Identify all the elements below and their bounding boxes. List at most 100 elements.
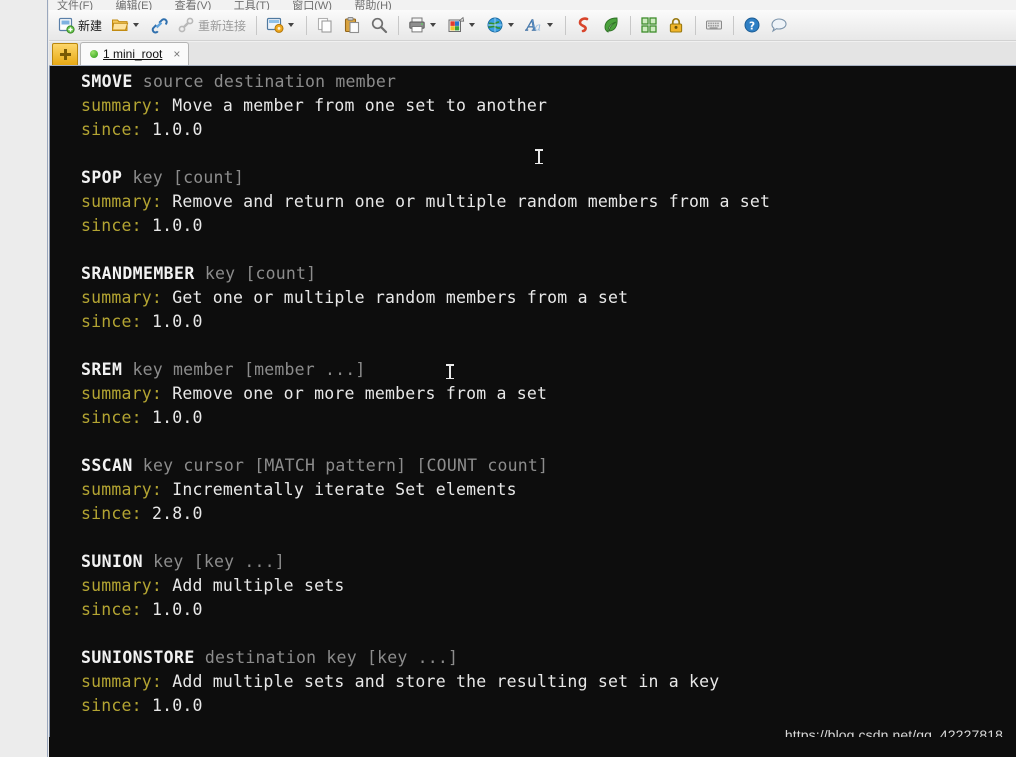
terminal-line-command: SSCAN key cursor [MATCH pattern] [COUNT …: [50, 454, 1016, 478]
session-options-button[interactable]: [262, 13, 300, 38]
terminal-line-command: SUNION key [key ...]: [50, 550, 1016, 574]
since-label: since:: [81, 408, 142, 427]
new-session-label: 新建: [78, 18, 103, 33]
menu-item-file[interactable]: 文件(F): [57, 0, 93, 10]
global-options-button[interactable]: [482, 13, 520, 38]
terminal-output[interactable]: SMOVE source destination member summary: …: [49, 66, 1016, 757]
terminal-line-since: since: 2.8.0: [50, 502, 1016, 526]
keyboard-icon: [705, 16, 723, 34]
summary-label: summary:: [81, 96, 163, 115]
shell-prompt-line[interactable]: 127.0.0.1:6379>: [49, 737, 1016, 757]
menu-item-view[interactable]: 查看(V): [175, 0, 212, 10]
menu-item-tools[interactable]: 工具(T): [234, 0, 270, 10]
terminal-line-since: since: 1.0.0: [50, 310, 1016, 334]
since-value: 1.0.0: [141, 312, 203, 331]
folder-open-icon: [111, 16, 129, 34]
print-button[interactable]: [404, 13, 442, 38]
terminal-line-command: SRANDMEMBER key [count]: [50, 262, 1016, 286]
log-session-button[interactable]: [443, 13, 481, 38]
tab-close-icon[interactable]: ×: [173, 47, 180, 61]
command-arguments: destination key [key ...]: [194, 648, 459, 667]
new-tab-button[interactable]: [52, 43, 78, 65]
paste-button[interactable]: [339, 13, 365, 38]
font-button[interactable]: A a: [521, 13, 559, 38]
summary-value: Remove one or more members from a set: [162, 384, 548, 403]
help-question-icon: ?: [743, 16, 761, 34]
chevron-down-icon[interactable]: [547, 23, 554, 27]
open-folder-button[interactable]: [107, 13, 145, 38]
command-arguments: key cursor [MATCH pattern] [COUNT count]: [132, 456, 549, 475]
terminal-line-command: SPOP key [count]: [50, 166, 1016, 190]
since-value: 1.0.0: [141, 120, 203, 139]
summary-value: Move a member from one set to another: [162, 96, 548, 115]
since-label: since:: [81, 120, 142, 139]
summary-value: Add multiple sets and store the resultin…: [162, 672, 720, 691]
toolbar-divider: [565, 15, 567, 35]
new-session-button[interactable]: 新建: [53, 13, 106, 38]
connect-link-icon: [150, 16, 168, 34]
since-label: since:: [81, 312, 142, 331]
globe-icon: [486, 16, 504, 34]
connection-status-dot: [90, 50, 98, 58]
tab-mini-root[interactable]: 1 mini_root ×: [80, 42, 190, 65]
summary-label: summary:: [81, 192, 163, 211]
find-button[interactable]: [366, 13, 392, 38]
terminal-lines: SMOVE source destination member summary: …: [50, 66, 1016, 718]
font-a-icon: A a: [524, 16, 543, 34]
left-side-panel: [0, 0, 48, 757]
menu-item-window[interactable]: 窗口(W): [292, 0, 332, 10]
toolbar-divider: [256, 15, 258, 35]
menu-bar[interactable]: 文件(F) 编辑(E) 查看(V) 工具(T) 窗口(W) 帮助(H): [49, 0, 1016, 10]
since-label: since:: [81, 216, 142, 235]
xmodem-button[interactable]: [571, 13, 597, 38]
reconnect-button[interactable]: 重新连接: [173, 13, 250, 38]
toolbar: 新建 重新连接 A a ?: [49, 10, 1016, 41]
since-value: 2.8.0: [141, 504, 203, 523]
command-arguments: key [count]: [122, 168, 244, 187]
search-icon: [370, 16, 388, 34]
chevron-down-icon[interactable]: [133, 23, 140, 27]
chevron-down-icon[interactable]: [430, 23, 437, 27]
summary-value: Incrementally iterate Set elements: [162, 480, 517, 499]
terminal-line-summary: summary: Remove one or more members from…: [50, 382, 1016, 406]
lock-button[interactable]: [663, 13, 689, 38]
reconnect-label: 重新连接: [198, 18, 247, 33]
new-document-icon: [57, 16, 75, 34]
terminal-line-summary: summary: Remove and return one or multip…: [50, 190, 1016, 214]
connect-button[interactable]: [146, 13, 172, 38]
green-leaf-icon: [602, 16, 620, 34]
menu-item-edit[interactable]: 编辑(E): [116, 0, 153, 10]
command-arguments: key [key ...]: [143, 552, 285, 571]
chevron-down-icon[interactable]: [469, 23, 476, 27]
keyboard-button[interactable]: [701, 13, 727, 38]
menu-item-help[interactable]: 帮助(H): [354, 0, 391, 10]
toolbar-divider: [398, 15, 400, 35]
command-name: SMOVE: [81, 72, 133, 91]
tile-windows-button[interactable]: [636, 13, 662, 38]
toolbar-divider: [306, 15, 308, 35]
command-arguments: source destination member: [132, 72, 397, 91]
zmodem-button[interactable]: [598, 13, 624, 38]
summary-value: Add multiple sets: [162, 576, 345, 595]
window-chrome: 文件(F) 编辑(E) 查看(V) 工具(T) 窗口(W) 帮助(H) 新建 重…: [49, 0, 1016, 66]
since-label: since:: [81, 696, 142, 715]
chevron-down-icon[interactable]: [288, 23, 295, 27]
since-label: since:: [81, 600, 142, 619]
toolbar-divider: [733, 15, 735, 35]
terminal-line-since: since: 1.0.0: [50, 694, 1016, 718]
help-button[interactable]: ?: [739, 13, 765, 38]
toolbar-divider: [630, 15, 632, 35]
terminal-line-since: since: 1.0.0: [50, 118, 1016, 142]
summary-value: Remove and return one or multiple random…: [162, 192, 771, 211]
since-value: 1.0.0: [141, 216, 203, 235]
securecrt-window: 文件(F) 编辑(E) 查看(V) 工具(T) 窗口(W) 帮助(H) 新建 重…: [0, 0, 1016, 757]
command-name: SRANDMEMBER: [81, 264, 195, 283]
copy-button[interactable]: [312, 13, 338, 38]
summary-label: summary:: [81, 672, 163, 691]
chevron-down-icon[interactable]: [508, 23, 515, 27]
terminal-line-summary: summary: Add multiple sets: [50, 574, 1016, 598]
chat-button[interactable]: [766, 13, 792, 38]
reconnect-icon: [177, 16, 195, 34]
